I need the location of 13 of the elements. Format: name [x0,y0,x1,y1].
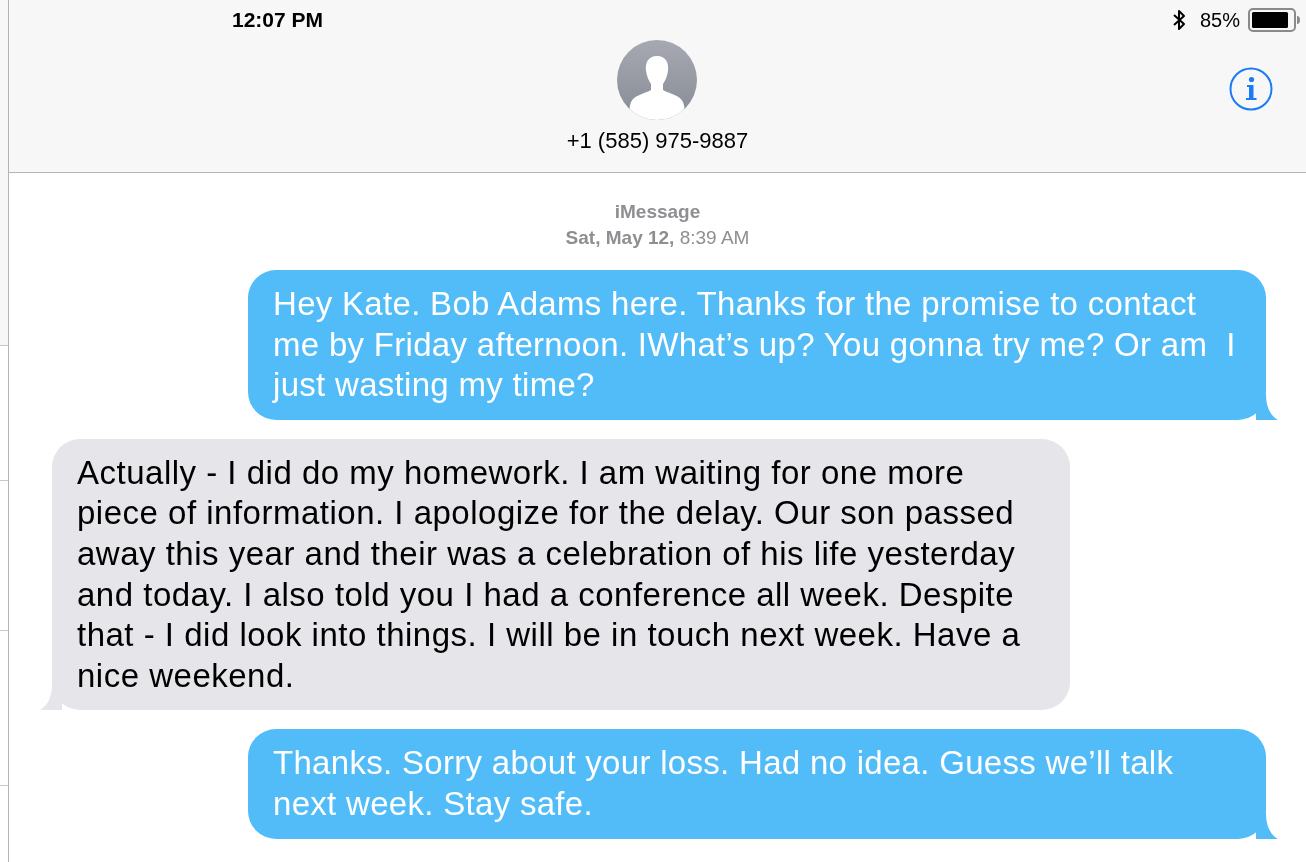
avatar-icon [617,40,698,120]
info-icon [1229,67,1273,111]
message-text: Thanks. Sorry about your loss. Had no idea. Guess we’ll talk next week. Stay safe. [273,743,1175,824]
status-time: 12:07 PM [232,7,324,34]
message-text: Actually - I did do my homework. I am waiting for one more piece of information. I apologize for the delay. Our son passed away this year and their was a celebration of his life yesterday and today. I also told you I had a conference all week. Despite that - I did look into things. I will be in touch next week. Have a nice weekend. [77,452,1022,696]
service-label: iMessage [614,200,701,224]
bluetooth-icon [1172,9,1186,31]
message-text: Hey Kate. Bob Adams here. Thanks for the promise to contact me by Friday afternoon. IWhat’s up? You gonna try me? Or am I just wasting my time? [273,284,1237,406]
contact-number: +1 (585) 975-9887 [566,127,749,155]
info-button[interactable] [1229,67,1273,111]
battery-percentage: 85% [1199,8,1240,33]
message-timestamp: Sat, May 12, 8:39 AM [565,226,750,250]
battery-icon [1248,8,1300,32]
